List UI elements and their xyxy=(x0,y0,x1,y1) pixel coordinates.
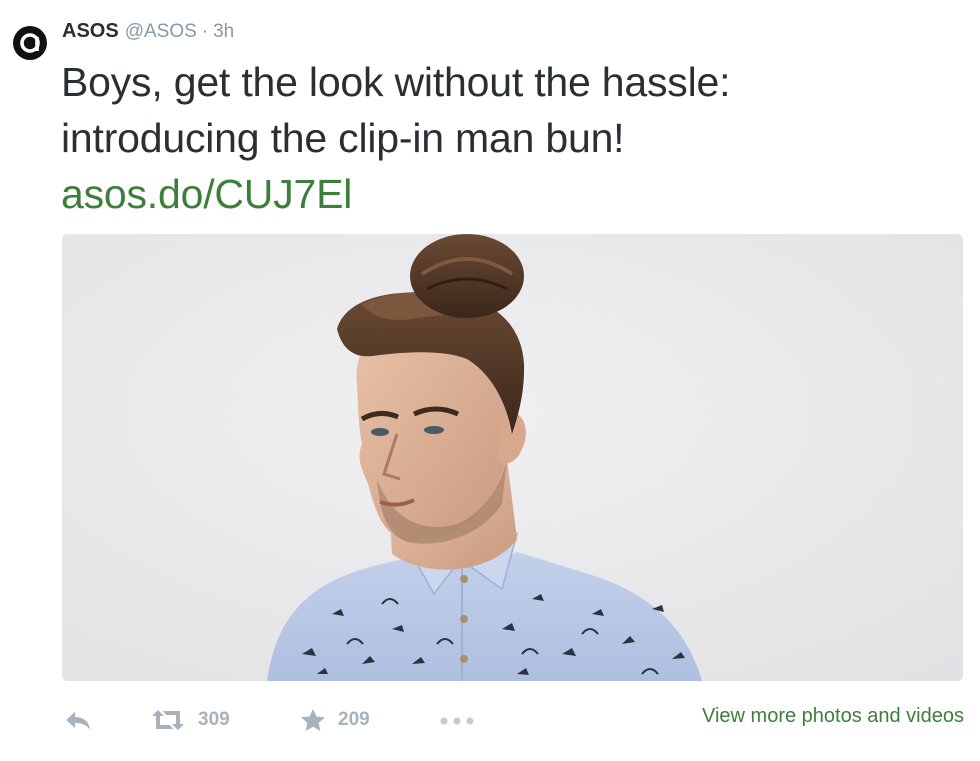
timestamp[interactable]: 3h xyxy=(213,21,234,43)
tweet-text-line-2: introducing the clip-in man bun! xyxy=(61,115,625,161)
view-more-photos-link[interactable]: View more photos and videos xyxy=(702,705,964,728)
author-name[interactable]: ASOS xyxy=(62,20,119,43)
retweet-count: 309 xyxy=(198,709,230,730)
asos-avatar[interactable] xyxy=(12,25,48,61)
separator-dot: · xyxy=(201,21,209,42)
tweet-text: Boys, get the look without the hassle: i… xyxy=(61,54,961,222)
favorite-count: 209 xyxy=(338,709,370,730)
tweet-text-line-1: Boys, get the look without the hassle: xyxy=(61,59,731,105)
reply-icon xyxy=(66,712,90,730)
asos-logo-icon xyxy=(13,26,47,60)
tweet-media-image[interactable] xyxy=(62,234,963,681)
more-dots-icon xyxy=(440,717,474,725)
retweet-button[interactable]: 309 xyxy=(150,708,230,732)
star-icon xyxy=(301,709,325,731)
author-handle[interactable]: @ASOS xyxy=(125,21,197,43)
more-button[interactable] xyxy=(440,717,474,725)
reply-button[interactable] xyxy=(64,710,92,732)
man-bun-photo xyxy=(62,234,963,681)
tweet-header: ASOS @ASOS · 3h xyxy=(62,20,234,48)
retweet-icon xyxy=(152,710,184,730)
favorite-button[interactable]: 209 xyxy=(300,708,370,732)
tweet-link[interactable]: asos.do/CUJ7El xyxy=(61,166,961,222)
